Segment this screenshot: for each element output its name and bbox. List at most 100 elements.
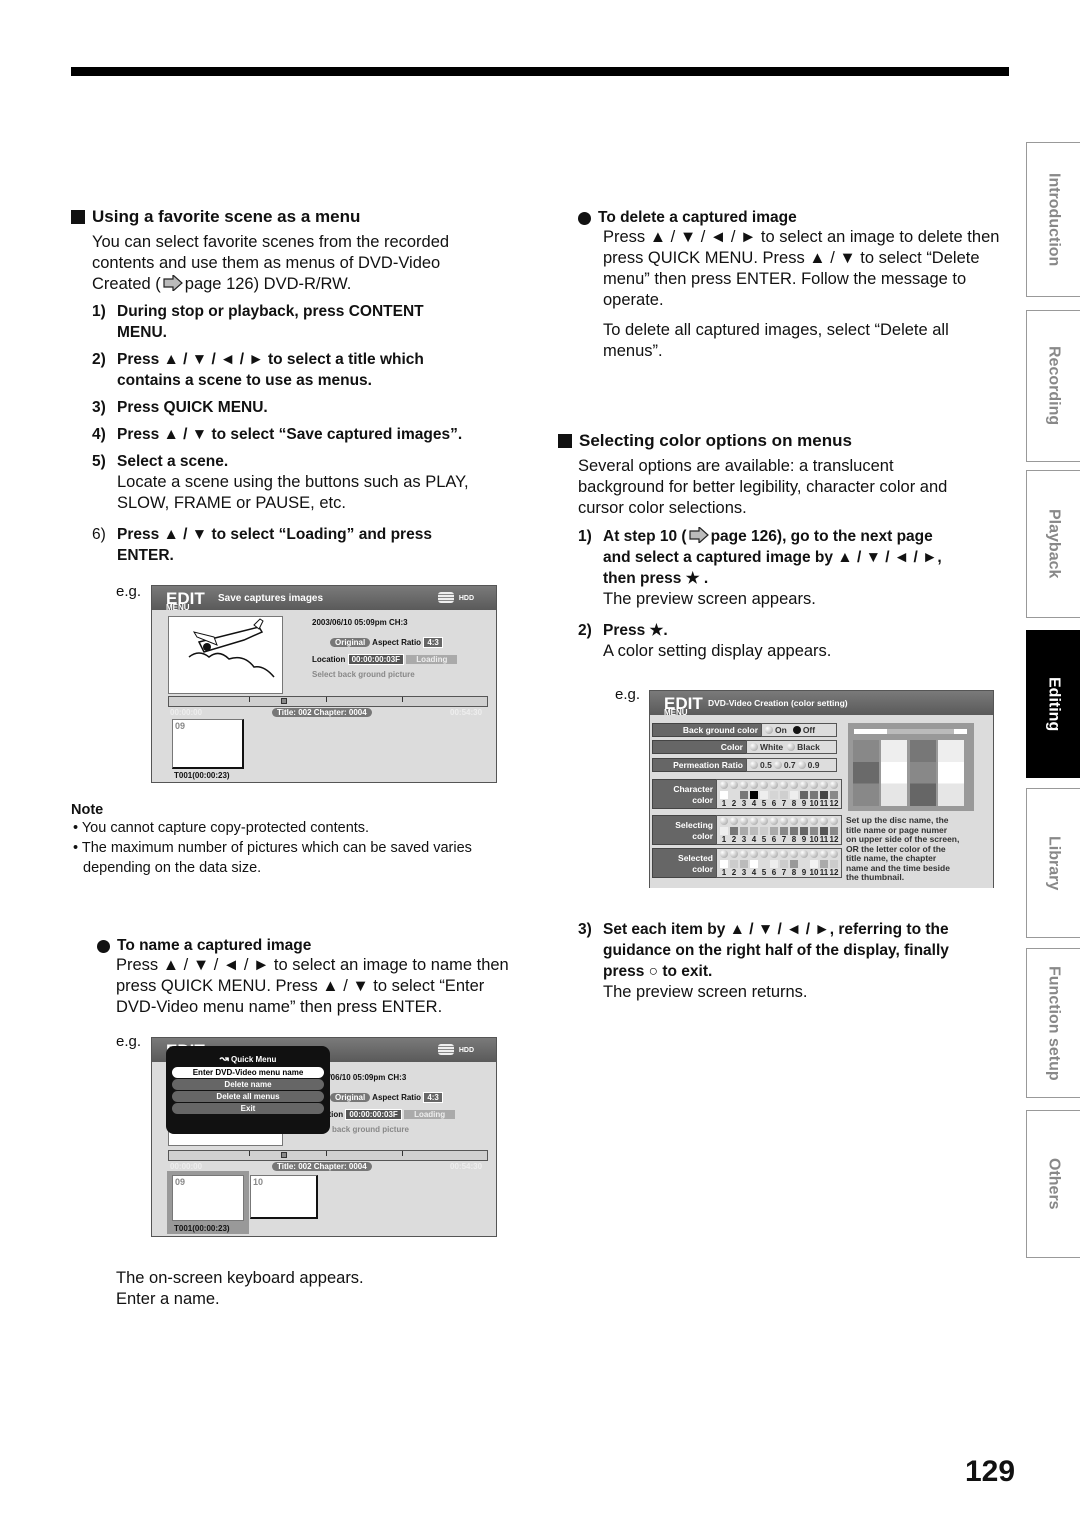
title-chapter-badge: Title: 002 Chapter: 0004 <box>272 708 372 717</box>
color-radio[interactable] <box>799 781 809 790</box>
color-radio[interactable] <box>749 817 759 826</box>
tab-playback[interactable]: Playback <box>1026 470 1080 618</box>
color-radio[interactable] <box>779 781 789 790</box>
quick-menu-item-exit[interactable]: Exit <box>172 1103 324 1114</box>
color-radio[interactable] <box>829 850 839 859</box>
thumbnail-caption: T001(00:00:23) <box>174 771 230 780</box>
color-radio[interactable] <box>749 781 759 790</box>
quick-menu-item-delete-name[interactable]: Delete name <box>172 1079 324 1090</box>
color-radio[interactable] <box>729 850 739 859</box>
color-radio[interactable] <box>729 781 739 790</box>
color-radio[interactable] <box>769 781 779 790</box>
color-number: 10 <box>809 868 819 877</box>
quick-menu-item-delete-all[interactable]: Delete all menus <box>172 1091 324 1102</box>
color-swatch <box>749 790 759 799</box>
original-button[interactable]: Original <box>330 638 371 647</box>
color-number: 2 <box>731 799 737 808</box>
color-number: 12 <box>829 868 839 877</box>
tab-library[interactable]: Library <box>1026 788 1080 938</box>
color-radio[interactable] <box>789 781 799 790</box>
color-number: 5 <box>761 799 767 808</box>
color-number: 4 <box>751 835 757 844</box>
captured-thumbnail[interactable]: 09 <box>172 1175 244 1221</box>
color-number: 7 <box>781 835 787 844</box>
step-5: 5) Select a scene. <box>92 453 229 470</box>
color-swatch <box>719 790 729 799</box>
selecting-color-grid[interactable]: 1 2 3 4 5 6 7 8 9 10 11 12 <box>716 815 842 845</box>
color-number: 11 <box>819 868 829 877</box>
color-radio[interactable] <box>779 817 789 826</box>
color-number: 7 <box>781 868 787 877</box>
color-number: 5 <box>761 835 767 844</box>
color-radio[interactable] <box>759 817 769 826</box>
color-radio[interactable] <box>789 850 799 859</box>
tab-introduction[interactable]: Introduction <box>1026 142 1080 297</box>
color-radio[interactable] <box>739 850 749 859</box>
color-step-1: 1) At step 10 (page 126), go to the next… <box>578 527 942 587</box>
color-radio[interactable] <box>739 817 749 826</box>
color-number: 1 <box>721 799 727 808</box>
color-radio[interactable] <box>719 817 729 826</box>
guidance-text: Set up the disc name, the title name or p… <box>846 815 960 882</box>
color-radio[interactable] <box>789 817 799 826</box>
captured-thumbnail[interactable]: 09 <box>172 719 244 769</box>
screen-color-setting: EDIT MENU DVD-Video Creation (color setti… <box>649 690 994 888</box>
color-swatch <box>819 826 829 835</box>
quick-menu-item-enter-name[interactable]: Enter DVD-Video menu name <box>172 1067 324 1078</box>
color-radio[interactable] <box>779 850 789 859</box>
selected-color-grid[interactable]: 1 2 3 4 5 6 7 8 9 10 11 12 <box>716 848 842 878</box>
color-radio[interactable] <box>769 817 779 826</box>
color-radio[interactable] <box>759 850 769 859</box>
section-square-icon <box>558 434 572 448</box>
color-radio[interactable] <box>799 817 809 826</box>
color-number: 9 <box>801 835 807 844</box>
color-radio[interactable] <box>719 850 729 859</box>
color-steps: 1) At step 10 (page 126), go to the next… <box>578 526 1018 662</box>
color-radio[interactable] <box>809 817 819 826</box>
bullet-dot-icon <box>578 211 591 225</box>
color-radio[interactable] <box>819 817 829 826</box>
color-radio[interactable] <box>739 781 749 790</box>
color-radio[interactable] <box>809 850 819 859</box>
timeline-cursor[interactable] <box>281 698 287 704</box>
captured-thumbnail[interactable]: 10 <box>250 1175 318 1219</box>
color-swatch <box>729 826 739 835</box>
screen-header: EDIT MENU Save captures images HDD <box>152 586 496 611</box>
background-color-toggle[interactable]: On Off <box>761 723 837 737</box>
screen-title: Save captures images <box>218 592 324 604</box>
color-radio[interactable] <box>769 850 779 859</box>
tab-others[interactable]: Others <box>1026 1110 1080 1258</box>
color-radio-group[interactable]: White Black <box>746 740 837 754</box>
color-number: 7 <box>781 799 787 808</box>
color-swatch <box>749 826 759 835</box>
color-radio[interactable] <box>809 781 819 790</box>
loading-button[interactable]: Loading <box>406 655 458 664</box>
tab-editing[interactable]: Editing <box>1026 630 1080 778</box>
character-color-grid[interactable]: 1 2 3 4 5 6 7 8 9 10 11 12 <box>716 779 842 809</box>
color-number: 3 <box>741 868 747 877</box>
location-field[interactable]: 00:00:00:03F <box>347 654 405 665</box>
note-heading: Note <box>71 802 104 818</box>
color-radio[interactable] <box>819 850 829 859</box>
color-swatch <box>819 790 829 799</box>
color-swatch <box>759 790 769 799</box>
permeation-radio-group[interactable]: 0.5 0.7 0.9 <box>746 758 837 772</box>
color-number: 6 <box>771 868 777 877</box>
color-radio[interactable] <box>749 850 759 859</box>
time-end: 00:54:30 <box>450 708 483 717</box>
color-radio[interactable] <box>729 817 739 826</box>
color-radio[interactable] <box>829 817 839 826</box>
step-5-description: Locate a scene using the buttons such as… <box>117 473 469 512</box>
color-number: 10 <box>809 799 819 808</box>
color-radio[interactable] <box>719 781 729 790</box>
note-box: Note • You cannot capture copy-protected… <box>71 802 521 878</box>
color-radio[interactable] <box>829 781 839 790</box>
quick-menu-icon: ↝ <box>219 1053 229 1065</box>
color-radio[interactable] <box>799 850 809 859</box>
tab-function-setup[interactable]: Function setup <box>1026 948 1080 1098</box>
color-radio[interactable] <box>759 781 769 790</box>
tab-recording[interactable]: Recording <box>1026 310 1080 462</box>
color-radio[interactable] <box>819 781 829 790</box>
color-swatch <box>789 826 799 835</box>
timeline-bar[interactable] <box>168 696 488 707</box>
